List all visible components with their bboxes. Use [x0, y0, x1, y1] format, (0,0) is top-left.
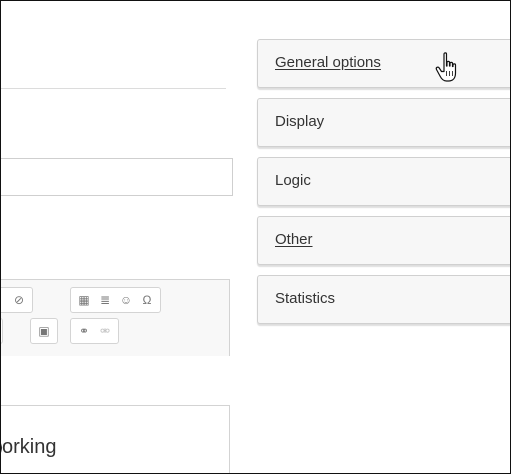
toolbar-group-links: ⚭ ⚮	[70, 318, 119, 344]
tab-label: Statistics	[275, 290, 336, 307]
tab-statistics[interactable]: Statistics	[257, 275, 510, 324]
image-icon[interactable]: ▣	[36, 323, 52, 339]
tab-logic[interactable]: Logic	[257, 157, 510, 206]
tab-label: Display	[275, 113, 325, 130]
page-frame: ◔ ⊘ ▦ ≣ ☺ Ω ▢ ▣ ⚭ ⚮ working General opti…	[0, 0, 511, 474]
toolbar-group-block: ▢	[1, 318, 3, 344]
tab-label: Logic	[275, 172, 311, 189]
editor-toolbar: ◔ ⊘ ▦ ≣ ☺ Ω ▢ ▣ ⚭ ⚮	[1, 279, 230, 356]
link-icon[interactable]: ⚭	[76, 323, 92, 339]
horizontal-rule-icon[interactable]: ≣	[97, 292, 113, 308]
remove-format-icon[interactable]: ⊘	[11, 292, 27, 308]
tab-display[interactable]: Display	[257, 98, 510, 147]
toolbar-group-media: ▣	[30, 318, 58, 344]
tab-other[interactable]: Other	[257, 216, 510, 265]
toolbar-group-insert: ▦ ≣ ☺ Ω	[70, 287, 161, 313]
table-icon[interactable]: ▦	[76, 292, 92, 308]
circle-icon[interactable]: ◔	[1, 292, 6, 308]
editor-body-visible-text: orking	[2, 436, 57, 458]
editor-content-area[interactable]: working	[1, 405, 230, 473]
special-character-icon[interactable]: Ω	[139, 292, 155, 308]
hand-pointer-icon	[435, 52, 457, 82]
section-divider	[1, 88, 226, 89]
toolbar-group-format: ◔ ⊘	[1, 287, 33, 313]
settings-accordion: General options Display Logic Other Stat…	[257, 39, 510, 334]
smiley-icon[interactable]: ☺	[118, 292, 134, 308]
tab-label: Other	[275, 231, 313, 248]
tab-general-options[interactable]: General options	[257, 39, 510, 88]
title-input[interactable]	[1, 158, 233, 196]
unlink-icon[interactable]: ⚮	[97, 323, 113, 339]
tab-label: General options	[275, 54, 381, 71]
editor-body-text: working	[1, 436, 57, 459]
